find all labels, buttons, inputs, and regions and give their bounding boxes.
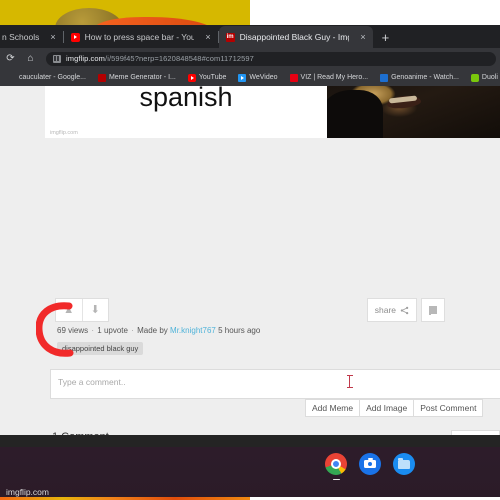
downvote-icon[interactable]: ⬇	[81, 299, 109, 321]
imgflip-icon	[97, 73, 106, 82]
imgflip-watermark: imgflip.com	[6, 487, 49, 497]
home-icon[interactable]: ⌂	[24, 52, 37, 65]
youtube-icon	[70, 32, 80, 42]
files-icon[interactable]	[393, 453, 415, 475]
bookmark-label: Meme Generator - I...	[108, 74, 176, 81]
folder-glyph	[398, 457, 410, 469]
tab-close-icon[interactable]: ×	[44, 32, 55, 42]
share-icon	[400, 306, 409, 314]
camera-icon[interactable]	[359, 453, 381, 475]
meme-caption: spanish	[139, 86, 233, 112]
vote-buttons[interactable]: ▲ ⬇	[55, 298, 109, 322]
tab-title: Disappointed Black Guy - Imgflip	[239, 32, 350, 42]
add-image-button[interactable]: Add Image	[360, 399, 415, 417]
view-count: 69 views	[57, 326, 89, 335]
bookmark-cauculater[interactable]: cauculater - Google...	[2, 74, 92, 82]
genoanime-icon	[380, 73, 389, 82]
meme-photo	[327, 86, 500, 138]
address-bar-url: imgflip.com/i/599f45?nerp=1620848548#com…	[66, 54, 254, 63]
shelf-top-band	[0, 435, 500, 447]
viz-icon	[289, 73, 298, 82]
add-meme-button[interactable]: Add Meme	[305, 399, 361, 417]
post-time: 5 hours ago	[218, 326, 261, 335]
flag-button[interactable]	[421, 298, 445, 322]
app-active-indicator	[333, 478, 340, 480]
share-button[interactable]: share	[366, 298, 417, 322]
tab-youtube[interactable]: How to press space bar - YouTu ×	[64, 26, 218, 48]
composer-buttons: Add Meme Add Image Post Comment	[305, 399, 484, 417]
upvote-count: 1 upvote	[97, 326, 128, 335]
comment-input[interactable]: Type a comment..	[50, 369, 500, 399]
bookmark-meme-generator[interactable]: Meme Generator - I...	[92, 73, 182, 82]
stat-separator: ·	[91, 326, 95, 335]
imgflip-icon: im	[225, 32, 235, 42]
browser-window: n Schools × How to press space bar - You…	[0, 25, 500, 435]
browser-toolbar: ⟳ ⌂ imgflip.com/i/599f45?nerp=1620848548…	[0, 48, 500, 69]
made-by-label: Made by	[137, 326, 168, 335]
reload-icon[interactable]: ⟳	[4, 52, 17, 65]
new-tab-button[interactable]: +	[373, 28, 399, 48]
bookmarks-bar: cauculater - Google... Meme Generator - …	[0, 69, 500, 86]
app-launcher	[325, 453, 415, 480]
url-path: /i/599f45?nerp=1620848548#com11712597	[105, 54, 254, 63]
post-comment-button[interactable]: Post Comment	[414, 399, 484, 417]
google-icon	[8, 74, 16, 82]
bookmark-label: WeVideo	[249, 74, 278, 81]
tab-title: n Schools	[2, 32, 40, 42]
bookmark-youtube[interactable]: YouTube	[182, 73, 233, 82]
site-info-icon[interactable]	[53, 54, 61, 63]
post-tag[interactable]: disappointed black guy	[57, 342, 144, 355]
bookmark-wevideo[interactable]: WeVideo	[232, 73, 283, 82]
bookmark-label: VIZ | Read My Hero...	[300, 74, 369, 81]
bookmark-duolingo[interactable]: Duoli	[465, 73, 500, 82]
bookmark-label: YouTube	[198, 74, 227, 81]
tab-close-icon[interactable]: ×	[354, 32, 365, 42]
share-flag-group: share	[366, 298, 445, 322]
wevideo-icon	[238, 73, 247, 82]
duolingo-icon	[470, 73, 479, 82]
bookmark-viz[interactable]: VIZ | Read My Hero...	[284, 73, 375, 82]
top-white-area	[250, 0, 500, 25]
flag-icon	[429, 306, 437, 315]
meme-caption-area: spanish imgflip.com	[45, 86, 327, 138]
tab-imgflip[interactable]: im Disappointed Black Guy - Imgflip ×	[218, 26, 373, 48]
author-link[interactable]: Mr.knight767	[170, 326, 216, 335]
tab-strip: n Schools × How to press space bar - You…	[0, 25, 500, 48]
tab-close-icon[interactable]: ×	[199, 32, 210, 42]
wallpaper-top-bleed	[0, 0, 250, 26]
meme-watermark: imgflip.com	[50, 130, 78, 136]
desktop-shelf: imgflip.com	[0, 435, 500, 500]
bookmark-label: Duoli	[481, 74, 498, 81]
post-stats: 69 views · 1 upvote · Made by Mr.knight7…	[57, 326, 260, 335]
bookmark-genoanime[interactable]: Genoanime - Watch...	[374, 73, 465, 82]
camera-glyph	[364, 458, 376, 468]
page-content: spanish imgflip.com ▲ ⬇ share 69 views ·…	[0, 86, 500, 435]
stat-separator: ·	[131, 326, 134, 335]
bookmark-label: Genoanime - Watch...	[391, 74, 459, 81]
shelf-background	[0, 447, 500, 500]
comment-placeholder: Type a comment..	[58, 377, 126, 387]
meme-image[interactable]: spanish imgflip.com	[45, 86, 500, 138]
upvote-icon[interactable]: ▲	[56, 299, 82, 321]
photo-hood	[327, 90, 383, 138]
share-label: share	[374, 305, 396, 315]
address-bar[interactable]: imgflip.com/i/599f45?nerp=1620848548#com…	[46, 51, 496, 66]
youtube-icon	[187, 73, 196, 82]
text-cursor	[346, 375, 353, 388]
bookmark-label: cauculater - Google...	[19, 74, 86, 81]
tab-title: How to press space bar - YouTu	[84, 32, 195, 42]
url-domain: imgflip.com	[66, 54, 106, 63]
chrome-icon[interactable]	[325, 453, 347, 480]
tab-schools[interactable]: n Schools ×	[0, 26, 63, 48]
